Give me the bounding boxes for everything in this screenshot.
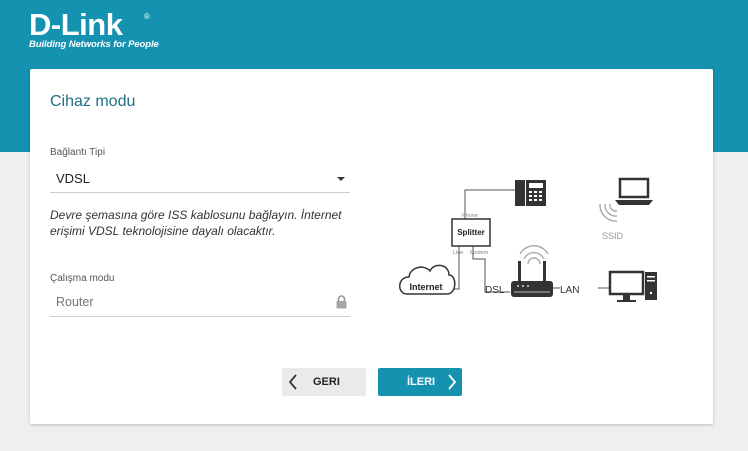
dlink-logo: D-Link ® Building Networks for People: [29, 7, 159, 51]
back-button-label: GERI: [313, 376, 340, 388]
modem-port-label: Modem: [470, 250, 489, 256]
connection-type-select[interactable]: VDSL: [50, 166, 350, 193]
device-mode-card: Cihaz modu Bağlantı Tipi VDSL Devre şema…: [30, 69, 713, 424]
connection-diagram: Splitter Phone Line Modem Internet DSL L…: [399, 177, 657, 302]
operation-mode-value: Router: [56, 295, 94, 309]
connection-type-value: VDSL: [56, 171, 90, 186]
operation-mode-field: Router: [50, 289, 350, 317]
phone-port-label: Phone: [462, 213, 478, 219]
splitter-icon: Splitter: [451, 218, 491, 247]
next-button-label: İLERI: [407, 376, 436, 388]
line-port-label: Line: [453, 250, 463, 256]
logo-registered-mark: ®: [144, 12, 150, 21]
chevron-right-icon: [447, 374, 457, 393]
dsl-label: DSL: [485, 285, 505, 296]
page-title: Cihaz modu: [50, 93, 136, 110]
splitter-label: Splitter: [457, 228, 485, 237]
back-button[interactable]: GERI: [282, 368, 366, 396]
cloud-icon: Internet: [399, 264, 456, 295]
chevron-left-icon: [288, 374, 298, 393]
laptop-icon: [615, 177, 653, 205]
connection-note: Devre şemasına göre ISS kablosunu bağlay…: [50, 208, 342, 238]
laptop-wifi-icon: [599, 203, 618, 222]
desktop-computer-icon: [608, 270, 657, 302]
lan-label: LAN: [560, 285, 579, 296]
next-button[interactable]: İLERI: [378, 368, 462, 396]
router-icon: [511, 261, 553, 297]
internet-label: Internet: [409, 282, 442, 292]
operation-mode-label: Çalışma modu: [50, 273, 115, 284]
logo-tagline: Building Networks for People: [29, 39, 159, 50]
caret-down-icon: [337, 177, 345, 181]
phone-icon: [515, 180, 546, 206]
ssid-label: SSID: [602, 231, 624, 241]
connection-type-label: Bağlantı Tipi: [50, 147, 106, 158]
lock-icon: [336, 295, 347, 314]
logo-text: D-Link: [29, 7, 123, 42]
